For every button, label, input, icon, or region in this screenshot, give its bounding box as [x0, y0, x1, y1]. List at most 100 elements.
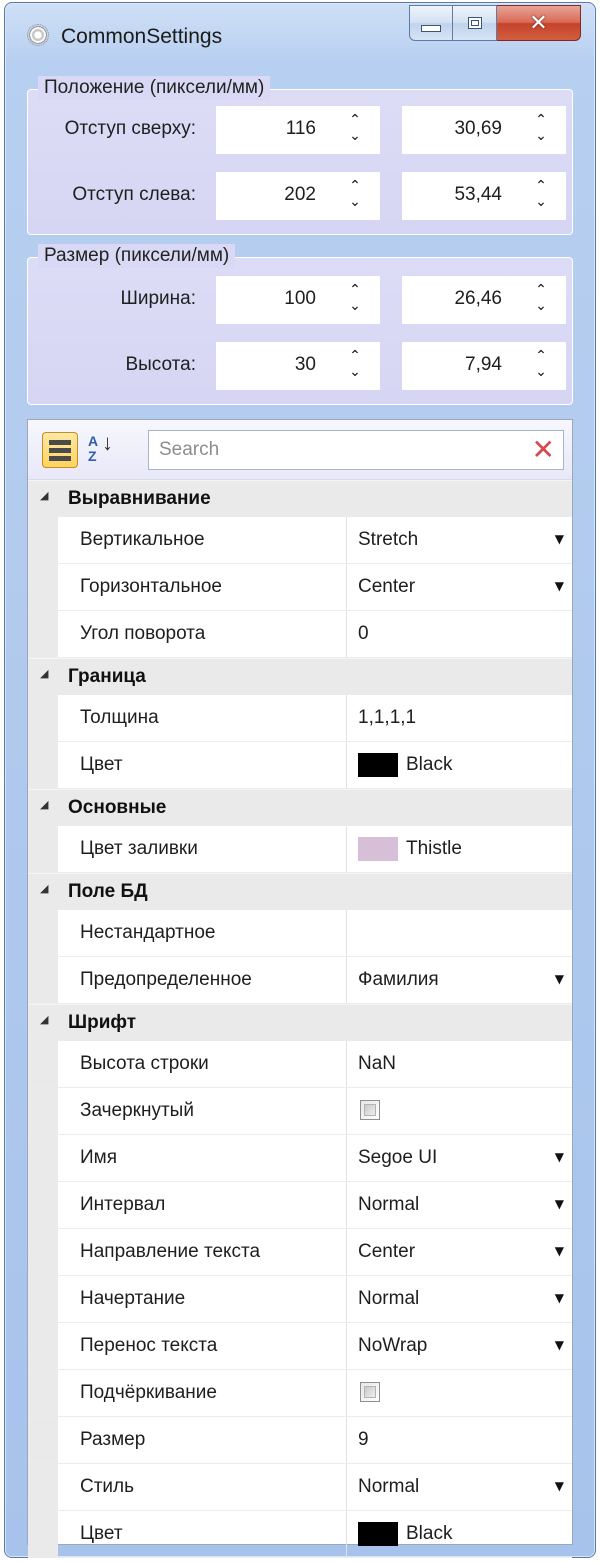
- column-divider[interactable]: [346, 517, 347, 563]
- property-value[interactable]: Normal: [358, 1288, 419, 1310]
- column-divider[interactable]: [346, 1041, 347, 1087]
- column-divider[interactable]: [346, 742, 347, 788]
- expand-triangle-icon[interactable]: ◢: [40, 798, 48, 811]
- category-row[interactable]: ◢ Основные: [28, 789, 572, 826]
- property-value[interactable]: Фамилия: [358, 969, 439, 991]
- title-bar[interactable]: CommonSettings ✕: [5, 3, 595, 61]
- column-divider[interactable]: [346, 695, 347, 741]
- column-divider[interactable]: [346, 910, 347, 956]
- dropdown-arrow-icon[interactable]: ▼: [555, 972, 564, 986]
- expand-triangle-icon[interactable]: ◢: [40, 489, 48, 502]
- property-value[interactable]: NaN: [358, 1053, 396, 1075]
- height-px-spinner[interactable]: 30 ⌃ ⌄: [216, 342, 380, 390]
- spinner-arrows-icon[interactable]: ⌃ ⌄: [346, 282, 364, 318]
- property-row[interactable]: Направление текста Center ▼: [28, 1229, 572, 1276]
- property-value[interactable]: Stretch: [358, 529, 418, 551]
- dropdown-arrow-icon[interactable]: ▼: [555, 1150, 564, 1164]
- property-row[interactable]: Толщина 1,1,1,1: [28, 695, 572, 742]
- spinner-arrows-icon[interactable]: ⌃ ⌄: [532, 178, 550, 214]
- spinner-arrows-icon[interactable]: ⌃ ⌄: [532, 112, 550, 148]
- maximize-button[interactable]: [453, 5, 497, 41]
- property-row[interactable]: Цвет Black: [28, 742, 572, 789]
- property-row[interactable]: Зачеркнутый: [28, 1088, 572, 1135]
- dropdown-arrow-icon[interactable]: ▼: [555, 1291, 564, 1305]
- dropdown-arrow-icon[interactable]: ▼: [555, 1479, 564, 1493]
- height-mm-spinner[interactable]: 7,94 ⌃ ⌄: [402, 342, 566, 390]
- spinner-arrows-icon[interactable]: ⌃ ⌄: [532, 282, 550, 318]
- search-input[interactable]: [149, 431, 523, 469]
- property-row[interactable]: Перенос текста NoWrap ▼: [28, 1323, 572, 1370]
- close-button[interactable]: ✕: [497, 5, 581, 41]
- property-row[interactable]: Интервал Normal ▼: [28, 1182, 572, 1229]
- alphabetical-sort-button[interactable]: A Z ↓: [86, 432, 120, 468]
- column-divider[interactable]: [346, 564, 347, 610]
- column-divider[interactable]: [346, 1323, 347, 1369]
- clear-search-icon[interactable]: ✕: [532, 434, 555, 466]
- dropdown-arrow-icon[interactable]: ▼: [555, 1338, 564, 1352]
- column-divider[interactable]: [346, 611, 347, 657]
- property-value[interactable]: 1,1,1,1: [358, 707, 416, 729]
- spinner-arrows-icon[interactable]: ⌃ ⌄: [346, 112, 364, 148]
- dropdown-arrow-icon[interactable]: ▼: [555, 1197, 564, 1211]
- property-value[interactable]: Normal: [358, 1194, 419, 1216]
- property-row[interactable]: Угол поворота 0: [28, 611, 572, 658]
- column-divider[interactable]: [346, 1135, 347, 1181]
- property-row[interactable]: Высота строки NaN: [28, 1041, 572, 1088]
- column-divider[interactable]: [346, 957, 347, 1003]
- column-divider[interactable]: [346, 826, 347, 872]
- expand-triangle-icon[interactable]: ◢: [40, 882, 48, 895]
- row-gutter: [28, 695, 58, 741]
- property-row[interactable]: Цвет Black: [28, 1511, 572, 1558]
- property-value[interactable]: 0: [358, 623, 369, 645]
- column-divider[interactable]: [346, 1229, 347, 1275]
- property-checkbox[interactable]: [360, 1100, 380, 1120]
- column-divider[interactable]: [346, 1088, 347, 1134]
- column-divider[interactable]: [346, 1464, 347, 1510]
- property-checkbox[interactable]: [360, 1382, 380, 1402]
- property-value[interactable]: Segoe UI: [358, 1147, 437, 1169]
- category-row[interactable]: ◢ Граница: [28, 658, 572, 695]
- width-mm-spinner[interactable]: 26,46 ⌃ ⌄: [402, 276, 566, 324]
- dropdown-arrow-icon[interactable]: ▼: [555, 579, 564, 593]
- column-divider[interactable]: [346, 1182, 347, 1228]
- category-row[interactable]: ◢ Поле БД: [28, 873, 572, 910]
- property-row[interactable]: Вертикальное Stretch ▼: [28, 517, 572, 564]
- property-value[interactable]: Normal: [358, 1476, 419, 1498]
- left-offset-mm-spinner[interactable]: 53,44 ⌃ ⌄: [402, 172, 566, 220]
- column-divider[interactable]: [346, 1417, 347, 1463]
- property-row[interactable]: Имя Segoe UI ▼: [28, 1135, 572, 1182]
- category-row[interactable]: ◢ Выравнивание: [28, 480, 572, 517]
- property-row[interactable]: Подчёркивание: [28, 1370, 572, 1417]
- spinner-arrows-icon[interactable]: ⌃ ⌄: [346, 348, 364, 384]
- column-divider[interactable]: [346, 1511, 347, 1557]
- property-value[interactable]: NoWrap: [358, 1335, 427, 1357]
- category-row[interactable]: ◢ Шрифт: [28, 1004, 572, 1041]
- property-value[interactable]: 9: [358, 1429, 369, 1451]
- expand-triangle-icon[interactable]: ◢: [40, 1013, 48, 1026]
- column-divider[interactable]: [346, 1276, 347, 1322]
- spinner-arrows-icon[interactable]: ⌃ ⌄: [532, 348, 550, 384]
- spinner-arrows-icon[interactable]: ⌃ ⌄: [346, 178, 364, 214]
- property-row[interactable]: Горизонтальное Center ▼: [28, 564, 572, 611]
- minimize-button[interactable]: [409, 5, 453, 41]
- dropdown-arrow-icon[interactable]: ▼: [555, 1244, 564, 1258]
- left-offset-px-spinner[interactable]: 202 ⌃ ⌄: [216, 172, 380, 220]
- property-value[interactable]: Center: [358, 1241, 415, 1263]
- column-divider[interactable]: [346, 1370, 347, 1416]
- property-row[interactable]: Начертание Normal ▼: [28, 1276, 572, 1323]
- top-offset-mm-spinner[interactable]: 30,69 ⌃ ⌄: [402, 106, 566, 154]
- property-row[interactable]: Размер 9: [28, 1417, 572, 1464]
- property-value[interactable]: Black: [406, 754, 452, 776]
- property-row[interactable]: Стиль Normal ▼: [28, 1464, 572, 1511]
- top-offset-px-spinner[interactable]: 116 ⌃ ⌄: [216, 106, 380, 154]
- property-value[interactable]: Black: [406, 1523, 452, 1545]
- property-row[interactable]: Цвет заливки Thistle: [28, 826, 572, 873]
- categorized-view-button[interactable]: [42, 432, 78, 468]
- expand-triangle-icon[interactable]: ◢: [40, 667, 48, 680]
- property-value[interactable]: Center: [358, 576, 415, 598]
- width-px-spinner[interactable]: 100 ⌃ ⌄: [216, 276, 380, 324]
- dropdown-arrow-icon[interactable]: ▼: [555, 532, 564, 546]
- property-row[interactable]: Нестандартное: [28, 910, 572, 957]
- property-row[interactable]: Предопределенное Фамилия ▼: [28, 957, 572, 1004]
- property-value[interactable]: Thistle: [406, 838, 462, 860]
